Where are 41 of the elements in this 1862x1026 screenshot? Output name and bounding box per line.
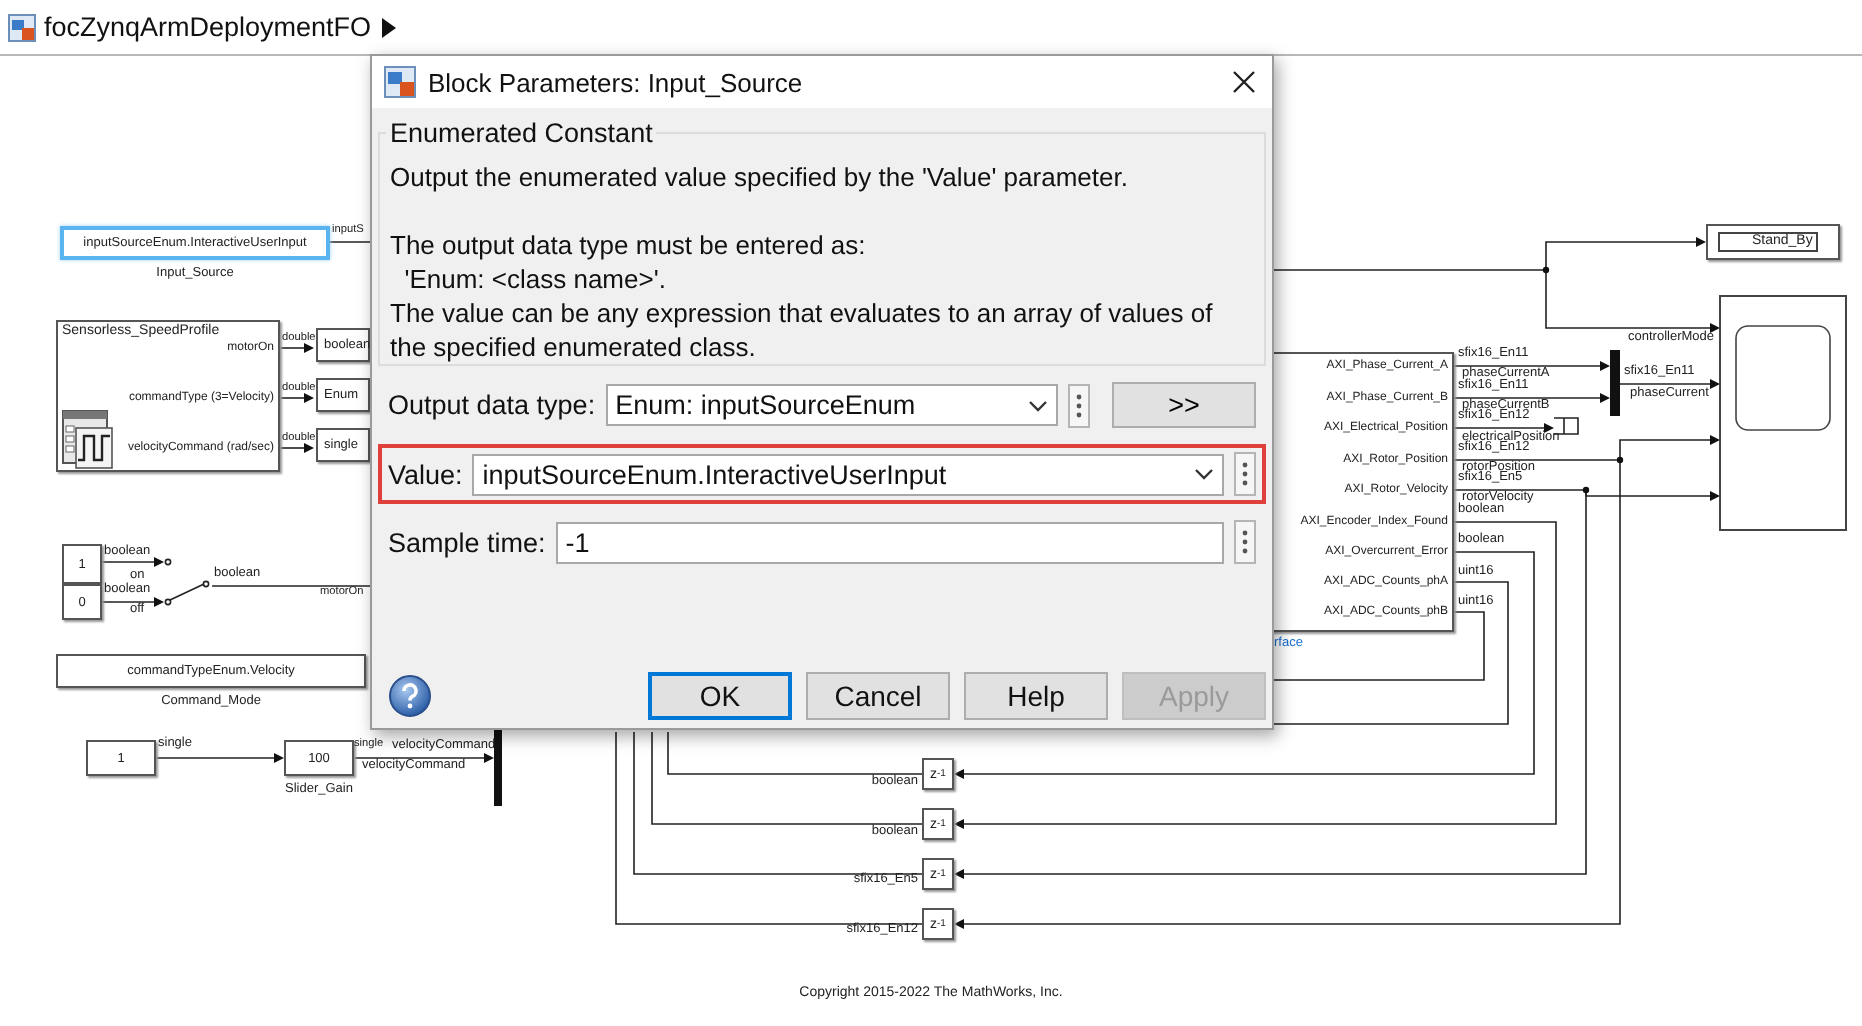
dialog-button[interactable]: OK	[648, 672, 792, 720]
model-title[interactable]: focZynqArmDeploymentFO	[44, 12, 372, 42]
caret-icon	[1028, 399, 1048, 411]
expand-button[interactable]: >>	[1112, 382, 1256, 428]
param-label: Output data type:	[388, 390, 596, 420]
signal-line	[155, 753, 284, 763]
caret-icon	[1194, 468, 1214, 480]
input-field[interactable]: -1	[555, 521, 1224, 563]
dialog-button[interactable]: Cancel	[806, 672, 950, 720]
dropdown[interactable]: Enum: inputSourceEnum	[605, 384, 1058, 426]
block-icon	[384, 66, 416, 98]
signal-builder-icon	[62, 410, 114, 470]
play-arrow-icon[interactable]	[379, 17, 396, 37]
signal-line	[279, 343, 314, 353]
dropdown[interactable]: inputSourceEnum.InteractiveUserInput	[472, 453, 1224, 495]
description-text: Output the enumerated value specified by the 'Value' parameter.	[390, 160, 1130, 194]
branch-dot	[1616, 456, 1624, 464]
signal-line	[101, 557, 164, 567]
signal-line	[279, 443, 314, 453]
signal-line	[329, 241, 373, 243]
group-title: Enumerated Constant	[388, 118, 655, 148]
close-icon[interactable]	[1232, 70, 1256, 94]
branch-dot	[1542, 266, 1550, 274]
dots-icon	[1242, 530, 1248, 554]
dialog-button[interactable]: Help	[964, 672, 1108, 720]
switch-block[interactable]	[164, 558, 210, 606]
model-icon	[8, 13, 36, 41]
help-icon[interactable]	[388, 674, 432, 718]
param-label: Sample time:	[388, 527, 546, 557]
branch-dot	[1582, 486, 1590, 494]
dots-icon	[1076, 393, 1082, 417]
dots-icon	[1242, 462, 1248, 486]
scope-block[interactable]	[1719, 295, 1847, 531]
options-button[interactable]	[1234, 520, 1256, 564]
options-button[interactable]	[1068, 383, 1090, 427]
param-label: Value:	[388, 459, 463, 489]
signal-line	[279, 393, 314, 403]
options-button[interactable]	[1234, 452, 1256, 496]
mux-bar[interactable]	[494, 724, 502, 806]
signal-line	[1619, 379, 1720, 389]
dialog-title: Block Parameters: Input_Source	[428, 67, 805, 97]
